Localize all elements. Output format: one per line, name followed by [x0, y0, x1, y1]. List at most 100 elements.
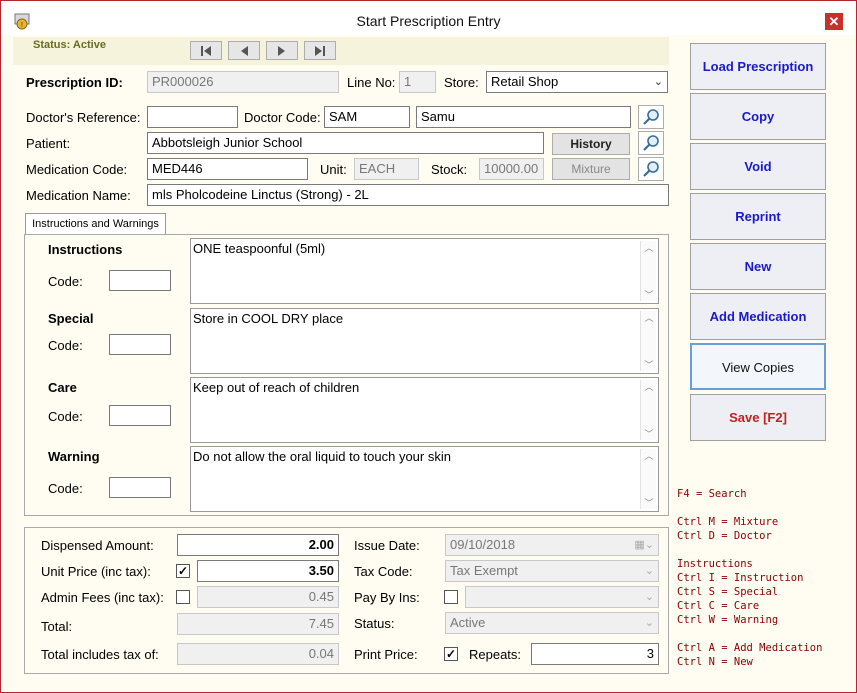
hotkey-line: F4 = Search [677, 488, 747, 500]
status-label: Status: Active [33, 39, 106, 51]
doctor-ref-label: Doctor's Reference: [26, 110, 141, 125]
medication-code-field[interactable]: MED446 [147, 158, 308, 180]
hotkey-line: Ctrl I = Instruction [677, 572, 804, 584]
warning-code-field[interactable] [109, 477, 171, 498]
doctor-ref-field[interactable] [147, 106, 238, 128]
mixture-button[interactable]: Mixture [552, 158, 630, 180]
status-select[interactable]: Active ⌄ [445, 612, 659, 634]
last-record-button[interactable] [304, 41, 336, 60]
prescription-id-field[interactable]: PR000026 [147, 71, 339, 93]
store-value: Retail Shop [491, 74, 559, 89]
repeats-label: Repeats: [469, 647, 522, 662]
line-no-label: Line No: [347, 75, 396, 90]
reprint-button[interactable]: Reprint [690, 193, 826, 240]
print-price-checkbox[interactable]: ✓ [444, 647, 458, 661]
prescription-id-label: Prescription ID: [26, 75, 123, 90]
chevron-down-icon: ⌄ [644, 591, 654, 603]
hotkey-line: Ctrl C = Care [677, 600, 760, 612]
last-icon [315, 46, 325, 56]
hotkey-line: Ctrl S = Special [677, 586, 779, 598]
unit-label: Unit: [320, 162, 347, 177]
tab-instructions-warnings[interactable]: Instructions and Warnings [25, 213, 166, 235]
scroll-down-icon: ﹀ [644, 498, 654, 508]
admin-fees-checkbox[interactable] [176, 590, 190, 604]
care-scrollbar[interactable]: ︿ ﹀ [640, 380, 656, 440]
warning-scrollbar[interactable]: ︿ ﹀ [640, 449, 656, 509]
load-prescription-button[interactable]: Load Prescription [690, 43, 826, 90]
store-select[interactable]: Retail Shop ⌄ [486, 71, 668, 93]
new-button[interactable]: New [690, 243, 826, 290]
unit-price-field[interactable]: 3.50 [197, 560, 339, 582]
status-field-label: Status: [354, 616, 395, 631]
issue-date-value: 09/10/2018 [450, 537, 516, 552]
tax-code-select[interactable]: Tax Exempt ⌄ [445, 560, 659, 582]
insurance-select[interactable]: ⌄ [465, 586, 659, 608]
admin-fees-field[interactable]: 0.45 [197, 586, 339, 608]
hotkey-line: Ctrl M = Mixture [677, 516, 779, 528]
special-code-field[interactable] [109, 334, 171, 355]
hotkey-line: Ctrl A = Add Medication [677, 642, 823, 654]
special-scrollbar[interactable]: ︿ ﹀ [640, 311, 656, 371]
instructions-text[interactable]: ONE teaspoonful (5ml) ︿ ﹀ [190, 238, 659, 304]
instructions-text-value: ONE teaspoonful (5ml) [193, 241, 326, 256]
unit-price-checkbox[interactable]: ✓ [176, 564, 190, 578]
status-bar [13, 37, 669, 65]
instructions-scrollbar[interactable]: ︿ ﹀ [640, 241, 656, 301]
instructions-code-field[interactable] [109, 270, 171, 291]
care-text[interactable]: Keep out of reach of children ︿ ﹀ [190, 377, 659, 443]
scroll-up-icon: ︿ [644, 243, 654, 253]
doctor-search-button[interactable] [638, 105, 664, 129]
instructions-code-label: Code: [48, 274, 83, 289]
dispensed-field[interactable]: 2.00 [177, 534, 339, 556]
copy-button[interactable]: Copy [690, 93, 826, 140]
admin-fees-label: Admin Fees (inc tax): [41, 590, 164, 605]
medication-search-button[interactable] [638, 157, 664, 181]
scroll-down-icon: ﹀ [644, 290, 654, 300]
first-icon [201, 46, 211, 56]
doctor-name-field[interactable]: Samu [416, 106, 631, 128]
previous-record-button[interactable] [228, 41, 260, 60]
issue-date-picker[interactable]: 09/10/2018 ▦⌄ [445, 534, 659, 556]
unit-field[interactable]: EACH [354, 158, 419, 180]
tax-code-value: Tax Exempt [450, 563, 518, 578]
pay-by-ins-checkbox[interactable] [444, 590, 458, 604]
patient-label: Patient: [26, 136, 71, 151]
medication-name-field[interactable]: mls Pholcodeine Linctus (Strong) - 2L [147, 184, 669, 206]
add-medication-button[interactable]: Add Medication [690, 293, 826, 340]
view-copies-button[interactable]: View Copies [690, 343, 826, 390]
next-record-button[interactable] [266, 41, 298, 60]
issue-date-label: Issue Date: [354, 538, 420, 553]
search-icon [643, 161, 659, 177]
dispensed-label: Dispensed Amount: [41, 538, 154, 553]
warning-text[interactable]: Do not allow the oral liquid to touch yo… [190, 446, 659, 512]
first-record-button[interactable] [190, 41, 222, 60]
close-button[interactable]: ✕ [825, 13, 843, 30]
chevron-down-icon: ⌄ [644, 565, 654, 577]
line-no-field[interactable]: 1 [399, 71, 436, 93]
tax-included-label: Total includes tax of: [41, 647, 159, 662]
history-button[interactable]: History [552, 133, 630, 155]
warning-text-value: Do not allow the oral liquid to touch yo… [193, 449, 451, 464]
patient-search-button[interactable] [638, 131, 664, 155]
search-icon [643, 109, 659, 125]
special-text[interactable]: Store in COOL DRY place ︿ ﹀ [190, 308, 659, 374]
stock-field[interactable]: 10000.00 [479, 158, 544, 180]
save-button[interactable]: Save [F2] [690, 394, 826, 441]
special-code-label: Code: [48, 338, 83, 353]
void-button[interactable]: Void [690, 143, 826, 190]
print-price-label: Print Price: [354, 647, 418, 662]
tax-included-field: 0.04 [177, 643, 339, 665]
chevron-down-icon: ⌄ [653, 76, 663, 88]
total-field: 7.45 [177, 613, 339, 635]
care-code-label: Code: [48, 409, 83, 424]
search-icon [643, 135, 659, 151]
doctor-code-label: Doctor Code: [244, 110, 321, 125]
total-label: Total: [41, 619, 73, 634]
doctor-code-field[interactable]: SAM [324, 106, 410, 128]
window-title: Start Prescription Entry [356, 13, 501, 29]
next-icon [278, 46, 285, 56]
repeats-field[interactable]: 3 [531, 643, 659, 665]
care-code-field[interactable] [109, 405, 171, 426]
care-title: Care [48, 380, 77, 395]
patient-field[interactable]: Abbotsleigh Junior School [147, 132, 544, 154]
